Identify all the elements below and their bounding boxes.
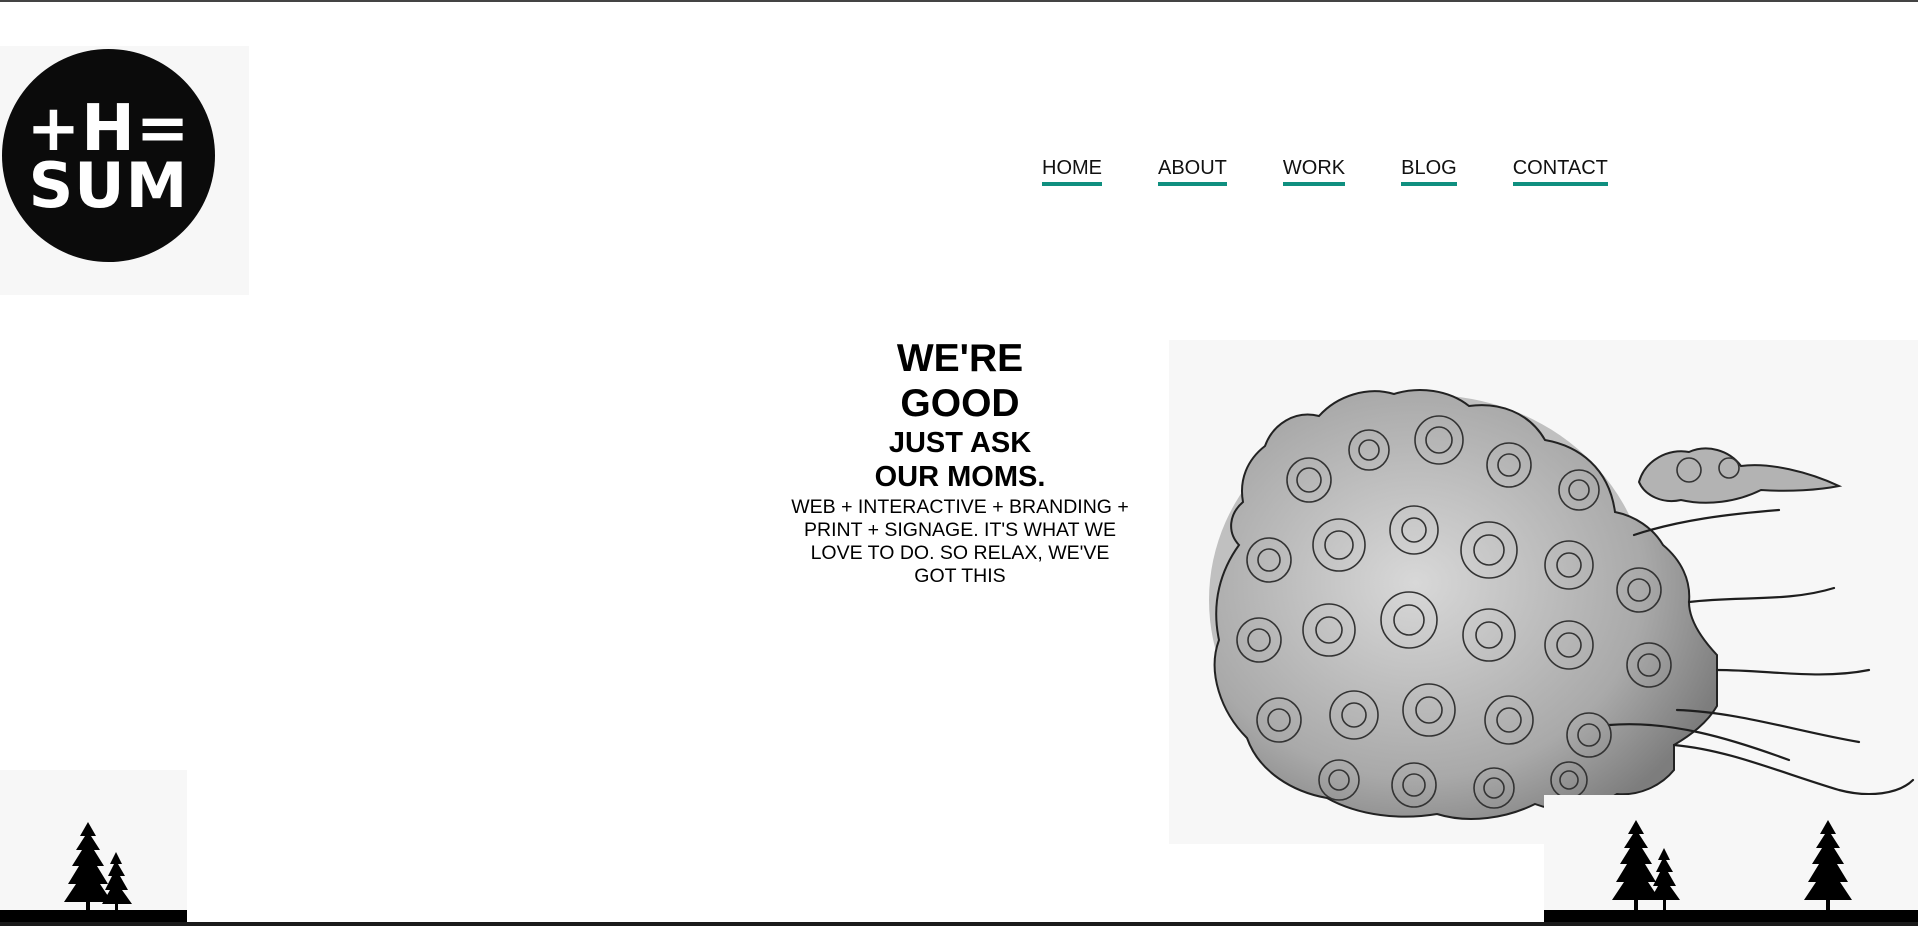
ground-strip <box>0 910 187 922</box>
nav-about-link[interactable]: ABOUT <box>1158 157 1227 186</box>
nav-contact-link[interactable]: CONTACT <box>1512 157 1608 186</box>
main-nav: HOME ABOUT WORK BLOG CONTACT <box>1042 157 1608 186</box>
swirling-cloud-image <box>1209 389 1915 820</box>
footer-trees-left <box>0 770 187 922</box>
nav-work-link[interactable]: WORK <box>1282 157 1346 186</box>
hero-subheadline-line-2: OUR MOMS. <box>874 461 1046 493</box>
pine-tree-icon <box>1804 820 1852 912</box>
hero-headline-line-1: WE'RE <box>896 337 1024 380</box>
logo: +H= SUM <box>2 49 215 262</box>
cloud-illustration <box>1169 340 1918 844</box>
footer-trees-right <box>1544 795 1918 922</box>
pine-tree-icon <box>64 822 132 912</box>
hero-description: WEB + INTERACTIVE + BRANDING + PRINT + S… <box>791 496 1129 587</box>
ground-strip <box>1544 910 1918 922</box>
top-border <box>0 0 1918 2</box>
content-strip <box>187 844 1544 922</box>
bottom-border <box>0 922 1918 926</box>
pine-tree-icon <box>1612 820 1680 912</box>
hero-headline-line-2: GOOD <box>900 382 1020 425</box>
logo-link[interactable]: +H= SUM <box>0 46 249 295</box>
nav-home-link[interactable]: HOME <box>1042 157 1102 186</box>
hero-subheadline-line-1: JUST ASK <box>888 427 1032 459</box>
hero-tagline: WE'RE GOOD JUST ASK OUR MOMS. WEB + INTE… <box>760 336 1160 588</box>
logo-text-bottom: SUM <box>28 148 189 222</box>
nav-blog-link[interactable]: BLOG <box>1401 157 1457 186</box>
